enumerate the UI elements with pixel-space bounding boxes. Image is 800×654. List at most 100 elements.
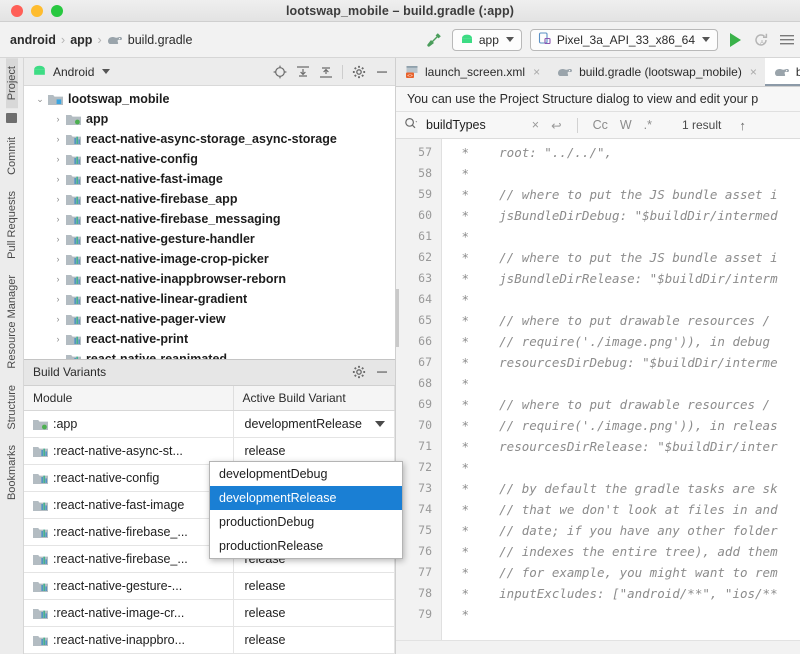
tree-expand-arrow[interactable]: › <box>50 154 66 164</box>
module-cell[interactable]: :react-native-firebase_... <box>24 518 234 546</box>
table-row[interactable]: :react-native-inappbro... release <box>24 626 395 654</box>
collapse-all-icon[interactable] <box>319 65 333 79</box>
match-case-toggle[interactable]: Cc <box>593 118 608 132</box>
tree-expand-arrow[interactable]: › <box>50 254 66 264</box>
code-line[interactable]: * <box>454 604 800 625</box>
breadcrumb-item-app[interactable]: app <box>70 33 92 47</box>
code-line[interactable]: * // where to put drawable resources / <box>454 394 800 415</box>
code-line[interactable]: * <box>454 373 800 394</box>
hide-minus-icon[interactable] <box>375 65 389 79</box>
breadcrumb-item-buildgradle[interactable]: build.gradle <box>128 33 193 47</box>
tree-item-react-native-async-storage-async-storage[interactable]: › react-native-async-storage_async-storag… <box>24 129 395 149</box>
active-build-variant-cell[interactable]: developmentRelease <box>233 410 395 438</box>
tab-build-gradle-lootswap-mobile[interactable]: build.gradle (lootswap_mobile) × <box>548 58 765 86</box>
code-line[interactable]: * jsBundleDirDebug: "$buildDir/intermed <box>454 205 800 226</box>
find-previous-icon[interactable]: ↑ <box>739 118 746 133</box>
code-line[interactable]: * // require('./image.png')), in releas <box>454 415 800 436</box>
tree-item-react-native-config[interactable]: › react-native-config <box>24 149 395 169</box>
code-content[interactable]: * root: "../../", * * // where to put th… <box>442 139 800 640</box>
module-cell[interactable]: :react-native-firebase_... <box>24 545 234 573</box>
tree-item-react-native-gesture-handler[interactable]: › react-native-gesture-handler <box>24 229 395 249</box>
sidebar-item-resource-manager[interactable]: Resource Manager <box>6 267 18 377</box>
active-build-variant-cell[interactable]: release <box>233 599 395 627</box>
tree-item-react-native-image-crop-picker[interactable]: › react-native-image-crop-picker <box>24 249 395 269</box>
code-editor[interactable]: 57 58 59 60 61 62 63 64 65 66 67 68 69 70 71 72 73 74 75 76… <box>396 139 800 640</box>
module-cell[interactable]: :react-native-image-cr... <box>24 599 234 627</box>
tree-expand-arrow[interactable]: › <box>50 134 66 144</box>
run-play-icon[interactable] <box>726 31 744 49</box>
breadcrumb-item-android[interactable]: android <box>10 33 56 47</box>
module-cell[interactable]: :react-native-inappbro... <box>24 626 234 654</box>
code-line[interactable]: * resourcesDirRelease: "$buildDir/inter <box>454 436 800 457</box>
code-line[interactable]: * // where to put the JS bundle asset i <box>454 247 800 268</box>
dropdown-option-developmentrelease[interactable]: developmentRelease <box>210 486 402 510</box>
dropdown-option-productiondebug[interactable]: productionDebug <box>210 510 402 534</box>
table-row[interactable]: :app developmentRelease <box>24 410 395 438</box>
rerun-icon[interactable]: A <box>752 31 770 49</box>
project-tree[interactable]: ⌄ lootswap_mobile › app › react-native-async-… <box>24 86 395 359</box>
tree-item-react-native-print[interactable]: › react-native-print <box>24 329 395 349</box>
code-line[interactable]: * // indexes the entire tree), add them <box>454 541 800 562</box>
module-cell[interactable]: :react-native-fast-image <box>24 491 234 519</box>
tree-expand-arrow[interactable]: › <box>50 334 66 344</box>
code-line[interactable]: * // date; if you have any other folder <box>454 520 800 541</box>
close-icon[interactable]: × <box>533 65 540 79</box>
code-line[interactable]: * <box>454 457 800 478</box>
module-cell[interactable]: :react-native-gesture-... <box>24 572 234 600</box>
code-line[interactable]: * jsBundleDirRelease: "$buildDir/interm <box>454 268 800 289</box>
code-line[interactable]: * // by default the gradle tasks are sk <box>454 478 800 499</box>
code-line[interactable]: * resourcesDirDebug: "$buildDir/interme <box>454 352 800 373</box>
column-header-active-build-variant[interactable]: Active Build Variant <box>233 385 395 411</box>
code-line[interactable]: * // require('./image.png')), in debug <box>454 331 800 352</box>
tree-expand-arrow[interactable]: › <box>50 274 66 284</box>
hide-minus-icon[interactable] <box>375 365 389 379</box>
tree-item-react-native-fast-image[interactable]: › react-native-fast-image <box>24 169 395 189</box>
table-row[interactable]: :react-native-image-cr... release <box>24 599 395 627</box>
code-line[interactable]: * <box>454 226 800 247</box>
search-icon[interactable] <box>404 117 419 133</box>
settings-gear-icon[interactable] <box>352 65 366 79</box>
code-line[interactable]: * // for example, you might want to rem <box>454 562 800 583</box>
tree-expand-arrow[interactable]: › <box>50 194 66 204</box>
run-configuration-selector[interactable]: app <box>451 28 522 51</box>
tree-expand-arrow[interactable]: › <box>50 114 66 124</box>
tree-item-lootswap-mobile[interactable]: ⌄ lootswap_mobile <box>24 89 395 109</box>
tree-expand-arrow[interactable]: › <box>50 314 66 324</box>
search-history-icon[interactable]: ↩ <box>551 118 561 133</box>
code-line[interactable]: * inputExcludes: ["android/**", "ios/** <box>454 583 800 604</box>
more-menu-icon[interactable] <box>778 31 796 49</box>
search-input-value[interactable]: buildTypes <box>426 118 486 132</box>
tree-item-app[interactable]: › app <box>24 109 395 129</box>
regex-toggle[interactable]: .* <box>644 118 652 132</box>
tab-launch-screen-xml[interactable]: <> launch_screen.xml × <box>396 58 548 86</box>
code-line[interactable]: * // that we don't look at files in and <box>454 499 800 520</box>
expand-all-icon[interactable] <box>296 65 310 79</box>
tree-expand-arrow[interactable]: ⌄ <box>32 94 48 105</box>
code-line[interactable]: * <box>454 163 800 184</box>
active-build-variant-cell[interactable]: release <box>233 626 395 654</box>
tree-item-react-native-inappbrowser-reborn[interactable]: › react-native-inappbrowser-reborn <box>24 269 395 289</box>
tree-expand-arrow[interactable]: › <box>50 294 66 304</box>
table-row[interactable]: :react-native-gesture-... release <box>24 572 395 600</box>
code-line[interactable]: * // where to put the JS bundle asset i <box>454 184 800 205</box>
editor-scrollbar[interactable] <box>396 289 399 347</box>
sidebar-item-commit[interactable]: Commit <box>6 129 18 183</box>
dropdown-option-productionrelease[interactable]: productionRelease <box>210 534 402 558</box>
column-header-module[interactable]: Module <box>24 385 234 411</box>
code-line[interactable]: * // where to put drawable resources / <box>454 310 800 331</box>
sidebar-item-structure[interactable]: Structure <box>6 377 18 438</box>
module-cell[interactable]: :react-native-async-st... <box>24 437 234 465</box>
locate-icon[interactable] <box>273 65 287 79</box>
tab-build-gradle-app[interactable]: bu <box>764 58 800 86</box>
sidebar-item-project[interactable]: Project <box>5 58 18 109</box>
tree-item-react-native-firebase-messaging[interactable]: › react-native-firebase_messaging <box>24 209 395 229</box>
tree-expand-arrow[interactable]: › <box>50 174 66 184</box>
search-input[interactable]: buildTypes <box>396 117 486 133</box>
chevron-down-icon[interactable] <box>375 421 385 427</box>
hammer-icon[interactable] <box>424 30 444 50</box>
tree-expand-arrow[interactable]: › <box>50 214 66 224</box>
settings-gear-icon[interactable] <box>352 365 366 379</box>
tree-item-react-native-linear-gradient[interactable]: › react-native-linear-gradient <box>24 289 395 309</box>
tree-expand-arrow[interactable]: › <box>50 234 66 244</box>
tree-item-react-native-reanimated[interactable]: react-native-reanimated <box>24 349 395 359</box>
